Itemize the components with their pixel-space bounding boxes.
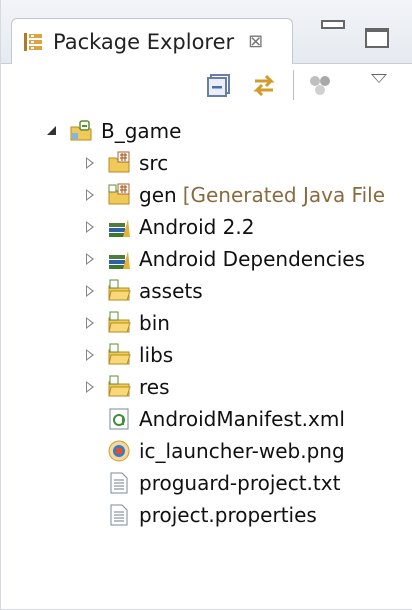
tree-item-label: proguard-project.txt [139, 471, 341, 495]
tree-item-decoration: [Generated Java File [182, 183, 386, 207]
view-menu-icon[interactable] [371, 74, 387, 83]
maximize-icon [365, 28, 389, 48]
folder-icon [107, 279, 131, 303]
tree-item-project-properties[interactable]: project.properties [83, 498, 317, 532]
tab-package-explorer[interactable]: Package Explorer ⊠ [11, 18, 293, 64]
android-project-icon [69, 119, 93, 143]
tree-item-label: libs [139, 343, 174, 367]
tree-item-gen[interactable]: gen [Generated Java File [83, 178, 385, 212]
tree-item-label: AndroidManifest.xml [139, 407, 345, 431]
tree-item-src[interactable]: src [83, 146, 168, 180]
tree-item-label: Android 2.2 [139, 215, 255, 239]
expand-arrow-icon[interactable] [83, 252, 97, 266]
tree-item-label: res [139, 375, 170, 399]
tree-item-androidmanifest[interactable]: AndroidManifest.xml [83, 402, 345, 436]
expand-arrow-icon[interactable] [83, 380, 97, 394]
folder-icon [107, 343, 131, 367]
view-toolbar [1, 64, 412, 108]
tree-item-label: src [139, 151, 169, 175]
tree-item-res[interactable]: res [83, 370, 170, 404]
folder-icon [107, 375, 131, 399]
minimize-button[interactable] [321, 20, 345, 29]
xml-file-icon [107, 407, 131, 431]
tree-item-label: gen [139, 183, 177, 207]
tree-item-ic-launcher[interactable]: ic_launcher-web.png [83, 434, 345, 468]
tree-item-android-2-2[interactable]: Android 2.2 [83, 210, 255, 244]
expand-arrow-icon[interactable] [83, 156, 97, 170]
source-folder-icon [107, 151, 131, 175]
expand-arrow-icon[interactable] [83, 284, 97, 298]
collapse-all-icon[interactable] [206, 72, 232, 98]
filters-icon[interactable] [307, 72, 333, 98]
toolbar-separator [293, 70, 294, 100]
tree-item-proguard[interactable]: proguard-project.txt [83, 466, 340, 500]
library-icon [107, 247, 131, 271]
expand-arrow-icon[interactable] [83, 220, 97, 234]
generated-source-folder-icon [107, 183, 131, 207]
tree-item-label: Android Dependencies [139, 247, 366, 271]
tree-item-label: project.properties [139, 503, 317, 527]
tab-title: Package Explorer [53, 29, 235, 54]
image-file-icon [107, 439, 131, 463]
close-icon[interactable]: ⊠ [248, 32, 263, 51]
text-file-icon [107, 471, 131, 495]
tree-item-assets[interactable]: assets [83, 274, 203, 308]
library-icon [107, 215, 131, 239]
folder-icon [107, 311, 131, 335]
maximize-button[interactable] [365, 28, 389, 48]
tree-item-bin[interactable]: bin [83, 306, 170, 340]
expand-arrow-icon[interactable] [83, 188, 97, 202]
expand-arrow-icon[interactable] [83, 348, 97, 362]
tree-item-label: B_game [101, 119, 182, 143]
minimize-icon [321, 20, 345, 29]
link-with-editor-icon[interactable] [251, 72, 277, 98]
tree-item-libs[interactable]: libs [83, 338, 173, 372]
tree-item-label: bin [139, 311, 170, 335]
collapse-arrow-icon[interactable] [45, 124, 59, 138]
tree-item-project[interactable]: B_game [45, 114, 181, 148]
view-tab-strip: Package Explorer ⊠ [1, 0, 412, 64]
expand-arrow-icon[interactable] [83, 316, 97, 330]
text-file-icon [107, 503, 131, 527]
package-explorer-panel: Package Explorer ⊠ B_game src gen [Gener… [0, 0, 412, 610]
tree-item-label: ic_launcher-web.png [139, 439, 345, 463]
tree-item-android-dependencies[interactable]: Android Dependencies [83, 242, 365, 276]
package-explorer-icon [22, 31, 44, 53]
tree-item-label: assets [139, 279, 203, 303]
